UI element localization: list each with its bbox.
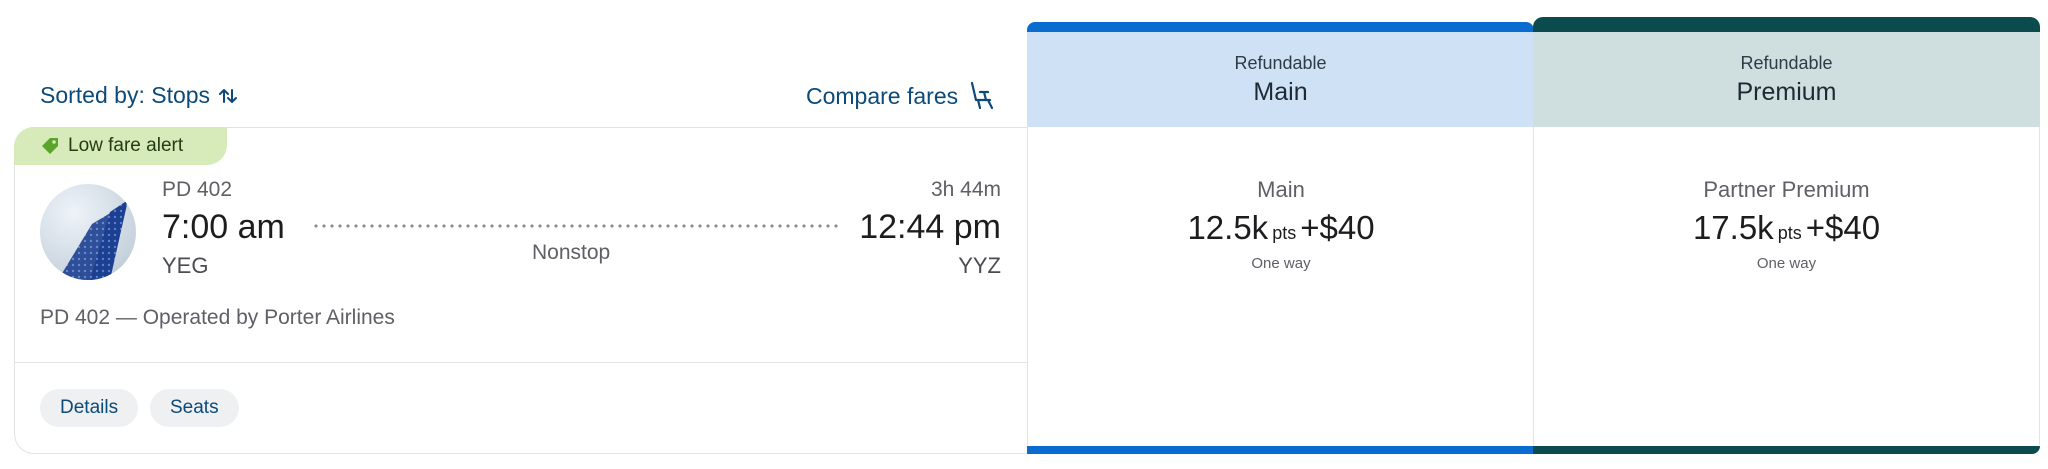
refundable-label: Refundable: [1234, 52, 1327, 73]
sort-arrows-icon: [218, 86, 238, 106]
seats-button[interactable]: Seats: [150, 389, 239, 427]
main-top-accent: [1027, 22, 1534, 32]
depart-airport: YEG: [162, 253, 209, 278]
plus-sign: +: [1805, 209, 1825, 246]
fare-price: 17.5k pts + $40: [1693, 209, 1880, 247]
compare-fares-label: Compare fares: [806, 82, 959, 109]
seat-icon: [966, 80, 998, 112]
compare-fares-link[interactable]: Compare fares: [806, 80, 998, 112]
fare-name: Main: [1257, 177, 1305, 202]
plus-sign: +: [1300, 209, 1320, 246]
sort-label: Sorted by: Stops: [40, 82, 211, 108]
main-bottom-accent: [1027, 446, 1534, 454]
tag-icon: [40, 136, 60, 156]
cabin-label: Main: [1253, 77, 1308, 106]
depart-time: 7:00 am: [162, 208, 285, 246]
fare-price: 12.5k pts + $40: [1187, 209, 1374, 247]
points-value: 12.5k: [1187, 209, 1269, 246]
cash-value: $40: [1824, 209, 1881, 246]
fare-cell-main[interactable]: Main 12.5k pts + $40 One way: [1027, 127, 1534, 445]
stops-label: Nonstop: [532, 241, 611, 264]
fare-header-premium[interactable]: Refundable Premium: [1533, 32, 2040, 127]
trip-type: One way: [1251, 255, 1311, 272]
fare-name: Partner Premium: [1703, 177, 1870, 202]
sort-button[interactable]: Sorted by: Stops: [40, 82, 238, 109]
points-unit: pts: [1272, 223, 1297, 243]
cabin-label: Premium: [1736, 77, 1837, 106]
flight-number: PD 402: [162, 178, 233, 201]
airline-logo: [40, 184, 136, 280]
fare-cell-premium[interactable]: Partner Premium 17.5k pts + $40 One way: [1533, 127, 2040, 445]
points-unit: pts: [1777, 223, 1802, 243]
duration: 3h 44m: [930, 178, 1001, 201]
premium-bottom-accent: [1533, 446, 2040, 454]
trip-type: One way: [1756, 255, 1817, 272]
points-value: 17.5k: [1692, 209, 1774, 246]
premium-top-accent: [1533, 17, 2040, 32]
operated-by: PD 402 — Operated by Porter Airlines: [40, 306, 395, 329]
route-line: [312, 224, 838, 228]
arrive-time: 12:44 pm: [859, 208, 1001, 246]
arrive-airport: YYZ: [958, 253, 1001, 278]
details-button[interactable]: Details: [40, 389, 139, 427]
fare-header-main[interactable]: Refundable Main: [1027, 32, 1534, 127]
refundable-label: Refundable: [1740, 52, 1833, 73]
card-divider: [14, 362, 1028, 363]
cash-value: $40: [1319, 209, 1375, 246]
low-fare-badge: Low fare alert: [14, 127, 227, 165]
badge-label: Low fare alert: [68, 135, 184, 156]
